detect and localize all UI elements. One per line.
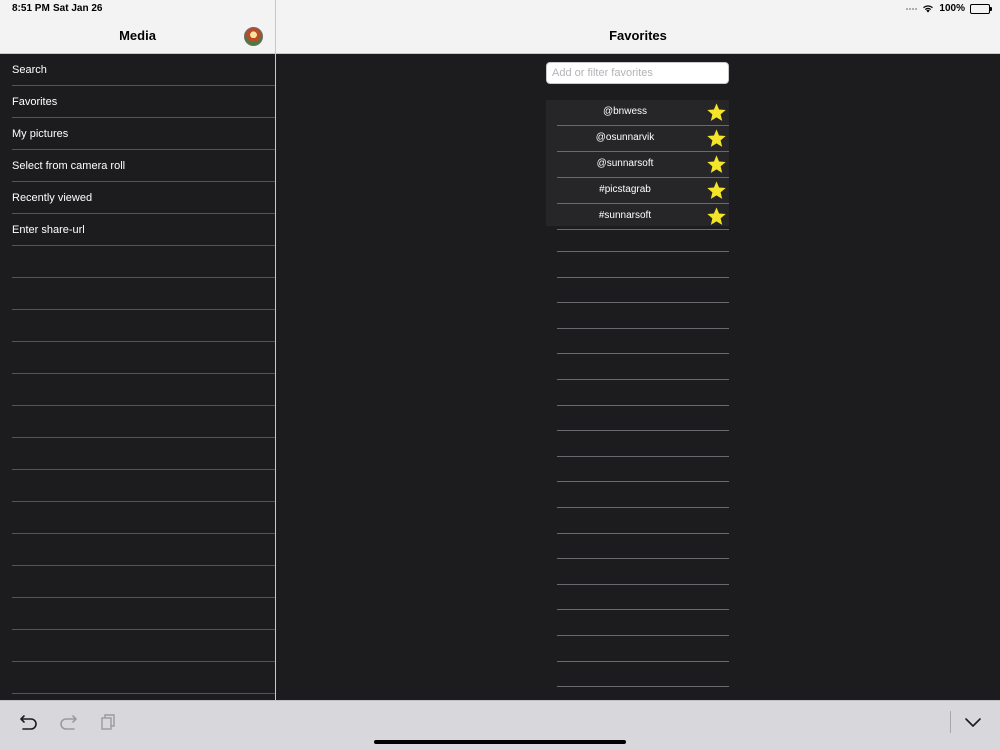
page-title: Favorites xyxy=(609,28,667,43)
status-date: Sat Jan 26 xyxy=(53,3,103,14)
sidebar-item-camera-roll[interactable]: Select from camera roll xyxy=(12,150,275,182)
sidebar-item-label: Search xyxy=(12,64,47,76)
battery-percent: 100% xyxy=(939,3,965,14)
empty-list-row xyxy=(557,303,729,329)
empty-list-row xyxy=(557,226,729,252)
empty-list-row xyxy=(557,584,729,611)
list-item[interactable]: @osunnarvik xyxy=(557,126,729,152)
sidebar-item-share-url[interactable]: Enter share-url xyxy=(12,214,275,246)
empty-list-row xyxy=(557,431,729,457)
sidebar-item-recently-viewed[interactable]: Recently viewed xyxy=(12,182,275,214)
star-icon[interactable] xyxy=(706,128,727,149)
status-time: 8:51 PM xyxy=(12,3,50,14)
battery-icon xyxy=(970,3,992,14)
star-icon[interactable] xyxy=(706,154,727,175)
sidebar-item-label: Select from camera roll xyxy=(12,160,126,172)
empty-list-row xyxy=(557,252,729,278)
sidebar-item-label: My pictures xyxy=(12,128,69,140)
empty-list-row xyxy=(557,661,729,688)
empty-list-row xyxy=(12,406,275,438)
empty-list-row xyxy=(12,662,275,694)
empty-list-row xyxy=(557,559,729,585)
empty-list-row xyxy=(12,438,275,470)
sidebar-item-label: Recently viewed xyxy=(12,192,93,204)
empty-list-row xyxy=(557,456,729,483)
empty-list-row xyxy=(12,246,275,278)
toolbar-divider xyxy=(950,711,951,733)
empty-list-row xyxy=(12,470,275,502)
empty-list-row xyxy=(12,598,275,630)
home-indicator xyxy=(374,740,626,744)
empty-list-row xyxy=(557,533,729,560)
empty-list-row xyxy=(557,636,729,662)
empty-list-row xyxy=(557,610,729,636)
undo-icon[interactable] xyxy=(19,712,39,732)
empty-list-row xyxy=(12,278,275,310)
empty-list-row xyxy=(12,502,275,534)
redo-icon[interactable] xyxy=(58,712,78,732)
empty-list-row xyxy=(12,534,275,566)
sidebar-title: Media xyxy=(119,28,156,43)
sidebar: Search Favorites My pictures Select from… xyxy=(0,54,275,700)
wifi-icon xyxy=(923,5,934,13)
empty-list-row xyxy=(557,508,729,534)
sidebar-item-label: Enter share-url xyxy=(12,224,85,236)
list-item[interactable]: @bnwess xyxy=(557,100,729,126)
empty-list-row xyxy=(557,405,729,432)
favorite-label: @bnwess xyxy=(602,106,648,117)
empty-list-row xyxy=(12,310,275,342)
empty-list-row xyxy=(12,566,275,598)
sidebar-item-search[interactable]: Search xyxy=(12,54,275,86)
empty-list-row xyxy=(557,354,729,380)
empty-list-row xyxy=(557,328,729,355)
top-bar: 8:51 PM Sat Jan 26 100% Media Favorites xyxy=(0,0,1000,54)
empty-list-row xyxy=(557,482,729,508)
favorite-label: #sunnarsoft xyxy=(598,210,652,221)
status-indicators: 100% xyxy=(906,3,992,14)
chevron-down-icon[interactable] xyxy=(963,712,983,732)
empty-list-row xyxy=(12,374,275,406)
avatar[interactable] xyxy=(244,27,263,46)
favorite-label: @osunnarvik xyxy=(595,132,655,143)
star-icon[interactable] xyxy=(706,102,727,123)
sidebar-item-my-pictures[interactable]: My pictures xyxy=(12,118,275,150)
paste-icon[interactable] xyxy=(98,712,118,732)
favorites-search-input[interactable] xyxy=(546,62,729,84)
star-icon[interactable] xyxy=(706,180,727,201)
sidebar-item-favorites[interactable]: Favorites xyxy=(12,86,275,118)
empty-list-row xyxy=(557,380,729,406)
sidebar-item-label: Favorites xyxy=(12,96,58,108)
favorite-label: @sunnarsoft xyxy=(596,158,654,169)
favorites-list: @bnwess @osunnarvik @sunnarsoft #picstag… xyxy=(546,100,729,230)
favorites-pane: @bnwess @osunnarvik @sunnarsoft #picstag… xyxy=(276,54,1000,700)
star-icon[interactable] xyxy=(706,206,727,227)
empty-list-row xyxy=(12,630,275,662)
list-item[interactable]: @sunnarsoft xyxy=(557,152,729,178)
list-item[interactable]: #picstagrab xyxy=(557,178,729,204)
cellular-icon xyxy=(906,7,918,10)
empty-list-row xyxy=(12,342,275,374)
empty-list-row xyxy=(557,277,729,304)
favorite-label: #picstagrab xyxy=(599,184,651,195)
